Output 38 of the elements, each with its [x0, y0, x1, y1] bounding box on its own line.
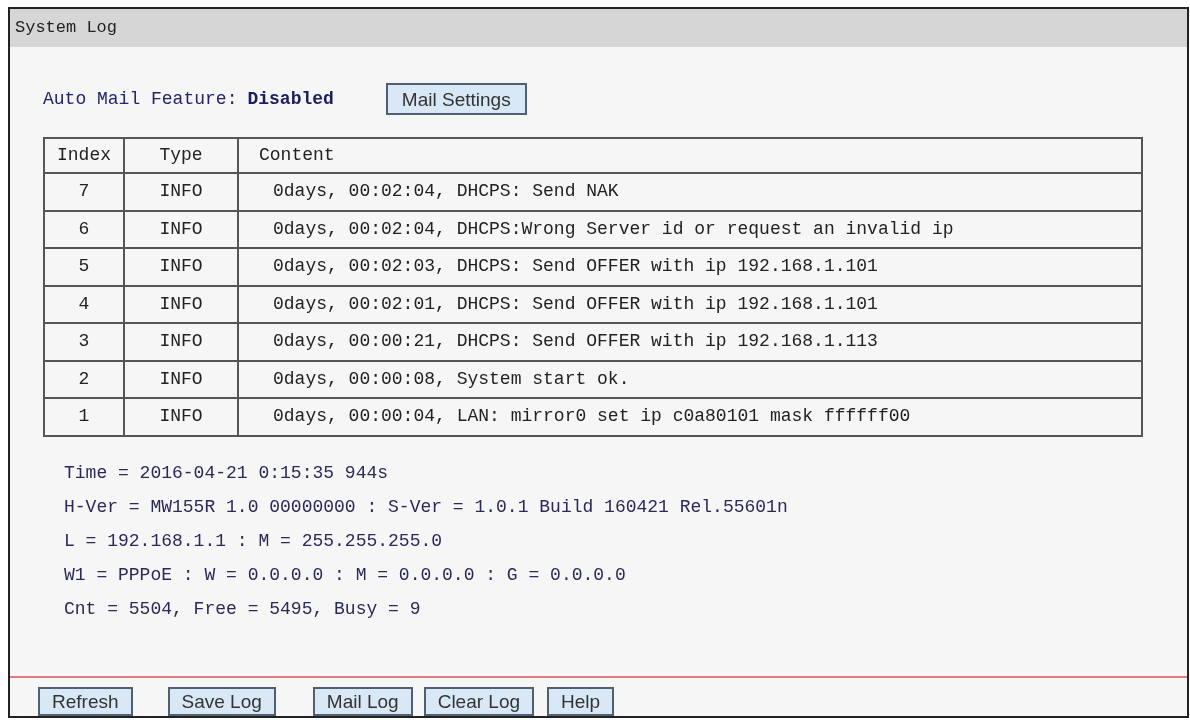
auto-mail-label: Auto Mail Feature: [43, 87, 238, 111]
auto-mail-status: Disabled [247, 87, 334, 111]
table-cell: 7 [44, 173, 124, 211]
table-cell: 0days, 00:00:21, DHCPS: Send OFFER with ip 192.168.1.113 [238, 323, 1142, 361]
table-cell: 0days, 00:00:04, LAN: mirror0 set ip c0a80101 mask ffffff00 [238, 398, 1142, 436]
action-button[interactable]: Clear Log [423, 687, 535, 716]
table-cell: INFO [124, 323, 238, 361]
system-info-line: Cnt = 5504, Free = 5495, Busy = 9 [64, 598, 421, 621]
table-cell: INFO [124, 210, 238, 248]
table-cell: 0days, 00:02:04, DHCPS: Send NAK [238, 173, 1142, 211]
table-cell: 0days, 00:02:01, DHCPS: Send OFFER with ip 192.168.1.101 [238, 285, 1142, 323]
table-cell: 2 [44, 360, 124, 398]
table-cell: 0days, 00:00:08, System start ok. [238, 360, 1142, 398]
window-title: System Log [15, 17, 118, 40]
system-info-line: W1 = PPPoE : W = 0.0.0.0 : M = 0.0.0.0 : G = 0.0.0.0 [64, 564, 626, 587]
table-cell: 6 [44, 210, 124, 248]
column-header: Content [238, 138, 1142, 173]
action-button[interactable]: Save Log [167, 687, 276, 716]
table-cell: 5 [44, 248, 124, 286]
column-header: Type [124, 138, 238, 173]
table-cell: INFO [124, 360, 238, 398]
table-cell: INFO [124, 398, 238, 436]
table-cell: 0days, 00:02:03, DHCPS: Send OFFER with ip 192.168.1.101 [238, 248, 1142, 286]
system-info-line: Time = 2016-04-21 0:15:35 944s [64, 462, 389, 485]
table-cell: INFO [124, 248, 238, 286]
action-button[interactable]: Help [547, 687, 615, 716]
system-info-line: H-Ver = MW155R 1.0 00000000 : S-Ver = 1.0.1 Build 160421 Rel.55601n [64, 496, 788, 519]
mail-settings-button[interactable]: Mail Settings [385, 83, 527, 115]
action-button[interactable]: Mail Log [312, 687, 413, 716]
table-cell: INFO [124, 285, 238, 323]
action-button[interactable]: Refresh [38, 687, 133, 716]
table-cell: 4 [44, 285, 124, 323]
table-cell: 3 [44, 323, 124, 361]
table-cell: 0days, 00:02:04, DHCPS:Wrong Server id or request an invalid ip [238, 210, 1142, 248]
table-cell: 1 [44, 398, 124, 436]
column-header: Index [44, 138, 124, 173]
system-info-line: L = 192.168.1.1 : M = 255.255.255.0 [64, 530, 443, 553]
table-cell: INFO [124, 173, 238, 211]
